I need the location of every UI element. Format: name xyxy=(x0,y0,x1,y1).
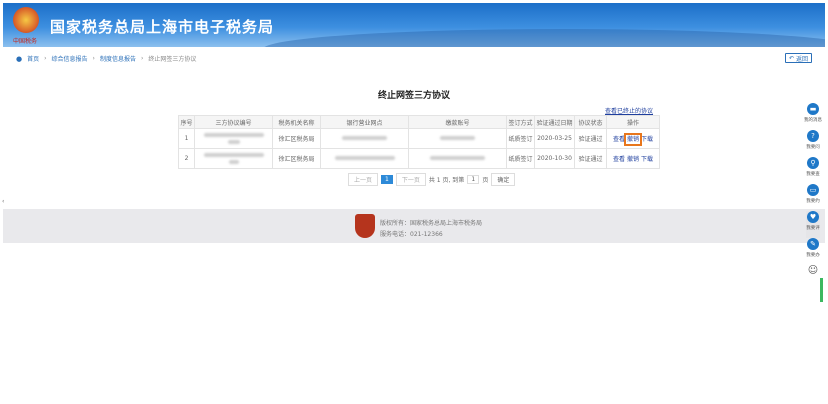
emblem-caption: 中国税务 xyxy=(13,38,38,45)
page-1-button[interactable]: 1 xyxy=(381,175,393,184)
rate-icon: ♥ xyxy=(807,211,819,223)
breadcrumb-current: 终止网签三方协议 xyxy=(148,56,197,63)
agreement-status: 验证通过 xyxy=(574,128,607,149)
col-status: 协议状态 xyxy=(574,115,607,129)
site-title: 国家税务总局上海市电子税务局 xyxy=(50,18,275,36)
view-terminated-link[interactable]: 查看已终止的协议 xyxy=(605,106,653,115)
side-item-ask[interactable]: ? 我要问 xyxy=(806,130,820,157)
page-title: 终止网签三方协议 xyxy=(377,91,450,101)
table-row: 1 徐汇区税务局 纸质签订 2020-03-25 验证通过 查看 撤销 下载 xyxy=(178,128,660,149)
account-redacted xyxy=(408,128,507,149)
search-icon: ⚲ xyxy=(807,157,819,169)
table-header: 序号 三方协议编号 税务机关名称 银行营业网点 缴款账号 签订方式 验证通过日期… xyxy=(178,115,660,129)
prev-page-button[interactable]: 上一页 xyxy=(348,173,379,186)
agreement-id-redacted xyxy=(194,128,273,149)
calendar-icon: ▭ xyxy=(807,184,819,196)
tax-office: 徐汇区税务局 xyxy=(272,148,321,169)
back-label: 返回 xyxy=(796,55,809,63)
download-link[interactable]: 下载 xyxy=(641,136,653,143)
side-item-appointment[interactable]: ▭ 我要约 xyxy=(806,184,820,211)
side-menu: ▬ 我的消息 ? 我要问 ⚲ 我要查 ▭ 我要约 ♥ 我要评 ✎ 我要办 ☺ xyxy=(800,103,826,279)
side-label: 我要评 xyxy=(806,226,820,231)
page-unit: 页 xyxy=(482,177,489,184)
view-link[interactable]: 查看 xyxy=(613,136,625,143)
col-actions: 操作 xyxy=(606,115,660,129)
row-actions: 查看 撤销 下载 xyxy=(606,148,660,169)
col-sign-method: 签订方式 xyxy=(506,115,535,129)
agreement-status: 验证通过 xyxy=(574,148,607,169)
side-label: 我要问 xyxy=(806,145,820,150)
next-page-button[interactable]: 下一页 xyxy=(395,173,426,186)
message-icon: ▬ xyxy=(807,103,819,115)
table-row: 2 徐汇区税务局 纸质签订 2020-10-30 验证通过 查看 撤销 下载 xyxy=(178,148,660,169)
account-redacted xyxy=(408,148,507,169)
col-date: 验证通过日期 xyxy=(534,115,575,129)
scrollbar[interactable] xyxy=(820,278,823,302)
pagination: 上一页 1 下一页 共 1 页, 到第 1 页 确定 xyxy=(348,173,516,186)
row-actions: 查看 撤销 下载 xyxy=(606,128,660,149)
bank-branch-redacted xyxy=(320,148,409,169)
breadcrumb-info-report[interactable]: 综合信息报告 xyxy=(52,54,88,63)
goto-page-input[interactable]: 1 xyxy=(467,175,480,184)
tax-bureau-logo xyxy=(355,214,375,238)
side-label: 我要查 xyxy=(806,172,820,177)
col-tax-office: 税务机关名称 xyxy=(272,115,321,129)
side-item-handle[interactable]: ✎ 我要办 xyxy=(806,238,820,265)
total-pages-text: 共 1 页, 到第 xyxy=(428,177,465,184)
collapse-arrow-icon[interactable]: ‹ xyxy=(2,198,4,205)
site-header: 中国税务 国家税务总局上海市电子税务局 xyxy=(3,3,825,47)
copyright-text: 版权所有：国家税务总局上海市税务局 xyxy=(380,220,483,227)
row-no: 1 xyxy=(178,128,195,149)
col-bank-branch: 银行营业网点 xyxy=(320,115,409,129)
service-phone: 服务电话：021-12366 xyxy=(380,231,443,238)
col-agreement-id: 三方协议编号 xyxy=(194,115,273,129)
agreement-id-redacted xyxy=(194,148,273,169)
sign-method: 纸质签订 xyxy=(506,128,535,149)
breadcrumb-system-report[interactable]: 制度信息报告 xyxy=(100,54,136,63)
col-no: 序号 xyxy=(178,115,195,129)
goto-confirm-button[interactable]: 确定 xyxy=(491,173,516,186)
verify-date: 2020-10-30 xyxy=(534,148,575,169)
side-item-query[interactable]: ⚲ 我要查 xyxy=(806,157,820,184)
edit-icon: ✎ xyxy=(807,238,819,250)
download-link[interactable]: 下载 xyxy=(641,156,653,163)
location-pin-icon: ● xyxy=(16,54,23,63)
mountain-decoration xyxy=(263,29,825,47)
revoke-link[interactable]: 撤销 xyxy=(627,156,639,163)
col-account: 缴款账号 xyxy=(408,115,507,129)
back-button[interactable]: ↶ 返回 xyxy=(785,53,812,63)
row-no: 2 xyxy=(178,148,195,169)
view-link[interactable]: 查看 xyxy=(613,156,625,163)
side-item-rate[interactable]: ♥ 我要评 xyxy=(806,211,820,238)
revoke-link[interactable]: 撤销 xyxy=(623,133,643,146)
side-label: 我要办 xyxy=(806,253,820,258)
breadcrumb: ● 首页 › 综合信息报告 › 制度信息报告 › 终止网签三方协议 xyxy=(16,54,197,64)
question-icon: ? xyxy=(807,130,819,142)
sign-method: 纸质签订 xyxy=(506,148,535,169)
verify-date: 2020-03-25 xyxy=(534,128,575,149)
side-label: 我要约 xyxy=(806,199,820,204)
tax-office: 徐汇区税务局 xyxy=(272,128,321,149)
breadcrumb-home[interactable]: 首页 xyxy=(27,54,39,63)
robot-assistant-icon[interactable]: ☺ xyxy=(807,265,819,279)
national-emblem-logo xyxy=(13,7,39,33)
footer: 版权所有：国家税务总局上海市税务局 服务电话：021-12366 xyxy=(3,209,825,243)
side-item-messages[interactable]: ▬ 我的消息 xyxy=(804,103,822,130)
bank-branch-redacted xyxy=(320,128,409,149)
agreement-table: 序号 三方协议编号 税务机关名称 银行营业网点 缴款账号 签订方式 验证通过日期… xyxy=(178,115,660,169)
side-label: 我的消息 xyxy=(804,118,822,123)
back-arrow-icon: ↶ xyxy=(788,54,794,62)
